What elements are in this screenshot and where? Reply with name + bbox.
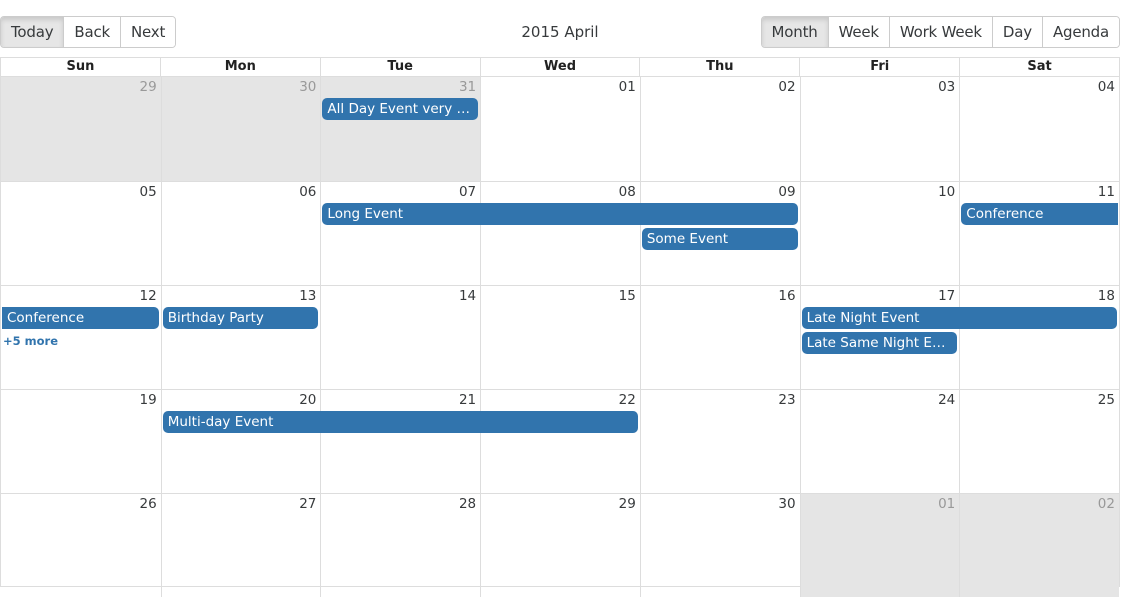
calendar-event[interactable]: Long Event — [322, 203, 798, 225]
calendar-event[interactable]: Late Night Event — [801, 307, 1117, 329]
date-number[interactable]: 21 — [320, 390, 480, 410]
weekday-header: Wed — [479, 58, 640, 76]
weekday-header-row: Sun Mon Tue Wed Thu Fri Sat — [1, 58, 1119, 77]
weekday-header: Fri — [799, 58, 959, 76]
weekday-header: Sat — [959, 58, 1119, 76]
date-number[interactable]: 02 — [959, 494, 1119, 514]
date-number[interactable]: 07 — [320, 182, 480, 202]
weekday-header: Sun — [66, 59, 95, 74]
week-row: 19 20 21 22 23 24 25 Multi-day Event — [1, 389, 1119, 493]
week-row: 29 30 31 01 02 03 04 All Day Event very lon... — [1, 77, 1119, 181]
month-view-button[interactable]: Month — [761, 17, 828, 47]
date-number[interactable]: 30 — [640, 494, 800, 514]
date-number[interactable]: 15 — [480, 286, 640, 306]
date-number[interactable]: 30 — [161, 77, 321, 97]
date-number[interactable]: 09 — [640, 182, 800, 202]
date-number[interactable]: 14 — [320, 286, 480, 306]
week-view-button[interactable]: Week — [827, 17, 889, 47]
calendar-event[interactable]: Late Same Night Event — [801, 332, 958, 354]
date-number[interactable]: 22 — [480, 390, 640, 410]
calendar-event[interactable]: Conference — [2, 307, 159, 329]
date-number[interactable]: 29 — [1, 77, 161, 97]
work-week-view-button[interactable]: Work Week — [888, 17, 992, 47]
date-number[interactable]: 06 — [161, 182, 321, 202]
week-row: 05 06 07 08 09 10 11 Long Event Some Event Confer… — [1, 181, 1119, 285]
calendar-event[interactable]: All Day Event very lon... — [322, 98, 479, 120]
date-number[interactable]: 25 — [959, 390, 1119, 410]
date-number[interactable]: 19 — [1, 390, 161, 410]
date-number[interactable]: 27 — [161, 494, 321, 514]
calendar-event[interactable]: Some Event — [641, 228, 798, 250]
date-number[interactable]: 08 — [480, 182, 640, 202]
show-more-link[interactable]: +5 more — [3, 334, 58, 348]
week-row: 12 13 14 15 16 17 18 Conference Birthday Party La… — [1, 285, 1119, 389]
today-button[interactable]: Today — [1, 17, 64, 47]
date-number[interactable]: 02 — [640, 77, 800, 97]
date-number[interactable]: 05 — [1, 182, 161, 202]
date-number[interactable]: 11 — [959, 182, 1119, 202]
next-button[interactable]: Next — [120, 17, 176, 47]
date-number[interactable]: 10 — [800, 182, 960, 202]
weekday-header: Thu — [639, 58, 799, 76]
date-number[interactable]: 28 — [320, 494, 480, 514]
date-number[interactable]: 29 — [480, 494, 640, 514]
date-number[interactable]: 03 — [800, 77, 960, 97]
calendar-event[interactable]: Birthday Party — [162, 307, 319, 329]
date-number[interactable]: 13 — [161, 286, 321, 306]
date-number[interactable]: 01 — [800, 494, 960, 514]
back-button[interactable]: Back — [63, 17, 121, 47]
week-row: 26 27 28 29 30 01 02 — [1, 493, 1119, 597]
date-number[interactable]: 04 — [959, 77, 1119, 97]
calendar-event[interactable]: Conference — [961, 203, 1118, 225]
date-number[interactable]: 16 — [640, 286, 800, 306]
date-number[interactable]: 26 — [1, 494, 161, 514]
navigation-button-group: Today Back Next — [0, 16, 177, 48]
date-number[interactable]: 17 — [800, 286, 960, 306]
date-number[interactable]: 01 — [480, 77, 640, 97]
date-number[interactable]: 31 — [320, 77, 480, 97]
weekday-header: Mon — [159, 58, 320, 76]
date-number[interactable]: 12 — [1, 286, 161, 306]
date-number[interactable]: 18 — [959, 286, 1119, 306]
date-number[interactable]: 24 — [800, 390, 960, 410]
month-view: Sun Mon Tue Wed Thu Fri Sat 29 30 31 01 02 03… — [0, 57, 1120, 597]
date-number[interactable]: 23 — [640, 390, 800, 410]
day-view-button[interactable]: Day — [991, 17, 1042, 47]
date-number[interactable]: 20 — [161, 390, 321, 410]
agenda-view-button[interactable]: Agenda — [1041, 17, 1119, 47]
weekday-header: Tue — [319, 58, 480, 76]
view-button-group: Month Week Work Week Day Agenda — [760, 16, 1120, 48]
calendar-title: 2015 April — [521, 23, 599, 41]
calendar-event[interactable]: Multi-day Event — [162, 411, 638, 433]
calendar-toolbar: Today Back Next 2015 April Month Week Wo… — [0, 16, 1120, 48]
